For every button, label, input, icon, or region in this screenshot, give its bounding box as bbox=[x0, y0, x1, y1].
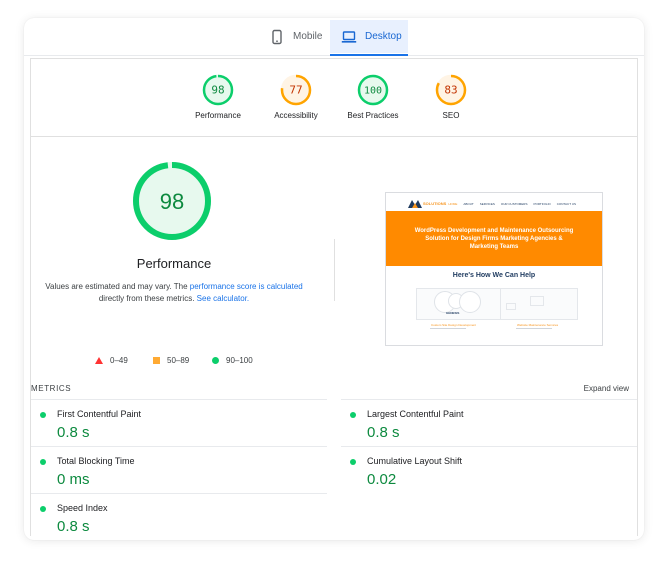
legend-pass: 90–100 bbox=[212, 356, 253, 365]
metric-name: Total Blocking Time bbox=[57, 456, 135, 466]
gauge-seo[interactable]: 83 SEO bbox=[411, 74, 491, 120]
desc-text: directly from these metrics. bbox=[98, 294, 197, 303]
performance-gauge-ring: 98 bbox=[133, 162, 211, 240]
gauge-best-practices[interactable]: 100 Best Practices bbox=[333, 74, 413, 120]
thumb-menu-item: PORTFOLIO bbox=[533, 202, 551, 206]
thumb-caption: Custom Site Design Development bbox=[431, 323, 477, 327]
metric-value: 0.02 bbox=[367, 471, 397, 488]
logo-icon bbox=[408, 200, 422, 208]
metric-name: Speed Index bbox=[57, 503, 108, 513]
performance-gauge: 98 bbox=[131, 160, 213, 247]
thumb-text-line bbox=[516, 328, 552, 329]
gauge-accessibility[interactable]: 77 Accessibility bbox=[256, 74, 336, 120]
laptop-icon bbox=[341, 29, 357, 45]
tab-desktop[interactable]: Desktop bbox=[330, 20, 408, 56]
thumb-hero-text: WordPress Development and Maintenance Ou… bbox=[414, 227, 574, 250]
metric-value: 0.8 s bbox=[367, 424, 400, 441]
thumb-menu-item: OUR CUSTOMERS bbox=[500, 202, 528, 206]
thumb-menu-item: SERVICES bbox=[479, 202, 495, 206]
thumb-menu-item: HOME bbox=[448, 202, 458, 206]
category-gauges: 98 Performance 77 Accessibility 100 Best… bbox=[31, 59, 637, 137]
pass-dot-icon bbox=[40, 412, 46, 418]
metric-name: First Contentful Paint bbox=[57, 409, 142, 419]
metric-first-contentful-paint: First Contentful Paint 0.8 s bbox=[31, 399, 327, 446]
legend-range: 50–89 bbox=[167, 356, 190, 365]
gauge-score: 77 bbox=[289, 84, 302, 97]
gauge-ring: 98 bbox=[202, 74, 234, 106]
score-legend: 0–49 50–89 90–100 bbox=[93, 356, 293, 368]
gauge-score: 83 bbox=[444, 84, 457, 97]
legend-average: 50–89 bbox=[153, 356, 189, 365]
triangle-icon bbox=[95, 357, 103, 364]
gauge-ring: 100 bbox=[357, 74, 389, 106]
metrics-header: METRICS Expand view bbox=[31, 382, 637, 396]
metric-largest-contentful-paint: Largest Contentful Paint 0.8 s bbox=[341, 399, 637, 446]
logo-text: SOLUTIONS bbox=[423, 201, 447, 206]
thumb-menu-item: ABOUT bbox=[463, 202, 474, 206]
device-tabs: Mobile Desktop bbox=[24, 18, 644, 56]
gauge-label: SEO bbox=[442, 111, 460, 120]
gauge-ring: 83 bbox=[435, 74, 467, 106]
pass-dot-icon bbox=[350, 412, 356, 418]
thumb-subheading: Here's How We Can Help bbox=[452, 272, 536, 279]
thumb-nav: SOLUTIONS HOME ABOUT SERVICES OUR CUSTOM… bbox=[386, 193, 602, 211]
thumb-browser-icon bbox=[506, 303, 516, 310]
metric-total-blocking-time: Total Blocking Time 0 ms bbox=[31, 446, 327, 493]
circle-icon bbox=[212, 357, 219, 364]
tab-desktop-label: Desktop bbox=[365, 31, 402, 42]
see-calculator-link[interactable]: See calculator. bbox=[197, 294, 249, 303]
thumb-browser-icon bbox=[530, 296, 544, 306]
metric-value: 0.8 s bbox=[57, 424, 90, 441]
metric-cumulative-layout-shift: Cumulative Layout Shift 0.02 bbox=[341, 446, 637, 493]
performance-title: Performance bbox=[136, 256, 212, 271]
thumb-caption: Website Maintenance Services bbox=[517, 323, 559, 327]
pass-dot-icon bbox=[40, 506, 46, 512]
gauge-label: Performance bbox=[195, 111, 241, 120]
thumb-menu: HOME ABOUT SERVICES OUR CUSTOMERS PORTFO… bbox=[448, 202, 576, 206]
report-panel: 98 Performance 77 Accessibility 100 Best… bbox=[30, 58, 638, 536]
pass-dot-icon bbox=[350, 459, 356, 465]
metric-name: Largest Contentful Paint bbox=[367, 409, 464, 419]
metric-value: 0.8 s bbox=[57, 518, 90, 535]
thumb-card-title: GENESIS bbox=[446, 311, 460, 315]
tab-mobile-label: Mobile bbox=[293, 31, 323, 42]
pass-dot-icon bbox=[40, 459, 46, 465]
thumb-menu-item: CONTACT US bbox=[556, 202, 576, 206]
legend-range: 90–100 bbox=[226, 356, 253, 365]
gauge-score: 100 bbox=[364, 86, 382, 97]
gauge-score: 98 bbox=[211, 84, 224, 97]
metrics-heading: METRICS bbox=[31, 384, 72, 393]
thumb-text-line bbox=[430, 328, 466, 329]
square-icon bbox=[153, 357, 160, 364]
metric-value: 0 ms bbox=[57, 471, 90, 488]
metric-speed-index: Speed Index 0.8 s bbox=[31, 493, 327, 540]
gauge-performance[interactable]: 98 Performance bbox=[178, 74, 258, 120]
gauge-label: Best Practices bbox=[347, 111, 399, 120]
phone-icon bbox=[269, 29, 285, 45]
expand-view-button[interactable]: Expand view bbox=[584, 384, 629, 393]
tab-mobile[interactable]: Mobile bbox=[269, 20, 329, 53]
page-screenshot: SOLUTIONS HOME ABOUT SERVICES OUR CUSTOM… bbox=[385, 192, 603, 346]
gauge-ring: 77 bbox=[280, 74, 312, 106]
legend-fail: 0–49 bbox=[95, 356, 128, 365]
score-calculated-link[interactable]: performance score is calculated bbox=[190, 282, 303, 291]
performance-description: Values are estimated and may vary. The p… bbox=[45, 281, 303, 305]
thumb-circle bbox=[459, 291, 481, 313]
report-card: Mobile Desktop 98 Performance 77 Accessi… bbox=[24, 18, 644, 540]
desc-text: Values are estimated and may vary. The bbox=[45, 282, 190, 291]
vertical-divider bbox=[334, 239, 335, 301]
gauge-label: Accessibility bbox=[274, 111, 318, 120]
performance-score: 98 bbox=[160, 189, 184, 214]
thumb-hero: WordPress Development and Maintenance Ou… bbox=[386, 211, 602, 266]
metric-name: Cumulative Layout Shift bbox=[367, 456, 463, 466]
legend-range: 0–49 bbox=[110, 356, 128, 365]
